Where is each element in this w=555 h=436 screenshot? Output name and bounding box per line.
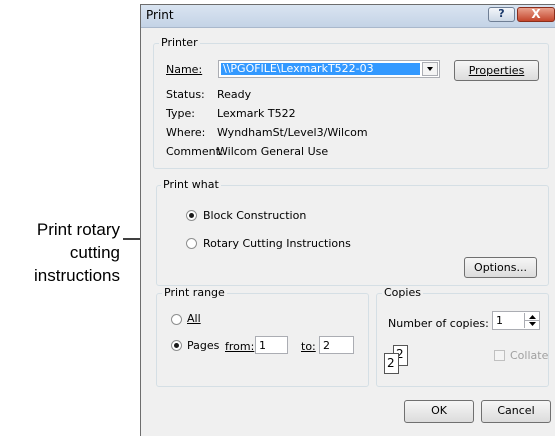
name-label-text: Name:	[166, 63, 203, 76]
from-input[interactable]: 1	[255, 336, 288, 354]
help-button[interactable]: ?	[488, 7, 515, 22]
to-label: to:	[301, 340, 316, 353]
properties-button[interactable]: Properties	[454, 60, 539, 81]
print-range-group-label: Print range	[162, 286, 227, 299]
block-construction-radio[interactable]	[186, 210, 197, 221]
block-construction-label[interactable]: Block Construction	[203, 209, 306, 222]
callout-line: cutting	[69, 243, 120, 262]
printer-name-select[interactable]: \\PGOFILE\LexmarkT522-03	[218, 60, 440, 78]
ok-button[interactable]: OK	[404, 400, 474, 423]
print-dialog: Print ? X Printer Name: \\PGOFILE\Lexmar…	[140, 4, 555, 436]
dialog-title: Print	[146, 8, 174, 22]
cancel-button-label: Cancel	[497, 404, 535, 417]
type-value: Lexmark T522	[217, 107, 296, 120]
ok-button-label: OK	[431, 404, 447, 417]
collate-page-front: 2	[384, 353, 399, 374]
title-bar: Print ? X	[141, 5, 555, 28]
close-button[interactable]: X	[517, 7, 555, 22]
where-label: Where:	[166, 126, 206, 139]
properties-button-label: Properties	[468, 64, 525, 77]
collate-icon: 2 2	[384, 345, 408, 375]
help-icon: ?	[498, 7, 505, 20]
copies-group-label: Copies	[382, 286, 423, 299]
callout-text: Print rotary cutting instructions	[2, 218, 120, 287]
copies-spin-value: 1	[496, 314, 503, 327]
dropdown-arrow-button[interactable]	[422, 62, 438, 76]
options-button[interactable]: Options...	[464, 257, 537, 278]
copies-spin-input[interactable]: 1	[492, 311, 540, 330]
number-of-copies-label: Number of copies:	[388, 317, 489, 330]
rotary-cutting-label[interactable]: Rotary Cutting Instructions	[203, 237, 351, 250]
status-label: Status:	[166, 88, 205, 101]
comment-label: Comment:	[166, 145, 224, 158]
spin-arrows-icon	[525, 315, 540, 326]
all-pages-radio[interactable]	[171, 314, 182, 325]
print-what-group-label: Print what	[161, 178, 221, 191]
status-value: Ready	[217, 88, 252, 101]
printer-name-value: \\PGOFILE\LexmarkT522-03	[223, 62, 374, 75]
spin-buttons[interactable]	[524, 313, 540, 328]
cancel-button[interactable]: Cancel	[481, 400, 551, 423]
comment-value: Wilcom General Use	[217, 145, 329, 158]
type-label: Type:	[166, 107, 195, 120]
pages-radio[interactable]	[171, 340, 182, 351]
chevron-down-icon	[427, 67, 433, 71]
from-label: from:	[225, 340, 255, 353]
callout-line: instructions	[34, 266, 120, 285]
all-pages-label[interactable]: All	[187, 312, 201, 325]
to-input-value: 2	[323, 339, 330, 352]
options-button-label: Options...	[474, 261, 527, 274]
to-input[interactable]: 2	[319, 336, 354, 354]
from-input-value: 1	[259, 339, 266, 352]
where-value: WyndhamSt/Level3/Wilcom	[217, 126, 368, 139]
rotary-cutting-radio[interactable]	[186, 238, 197, 249]
close-icon: X	[531, 7, 541, 21]
name-label: Name:	[166, 63, 202, 76]
callout-line: Print rotary	[36, 220, 120, 239]
printer-group-label: Printer	[159, 36, 200, 49]
collate-checkbox[interactable]	[494, 350, 505, 361]
pages-label[interactable]: Pages	[187, 339, 219, 352]
collate-digit: 2	[387, 356, 395, 370]
collate-label[interactable]: Collate	[510, 349, 548, 362]
